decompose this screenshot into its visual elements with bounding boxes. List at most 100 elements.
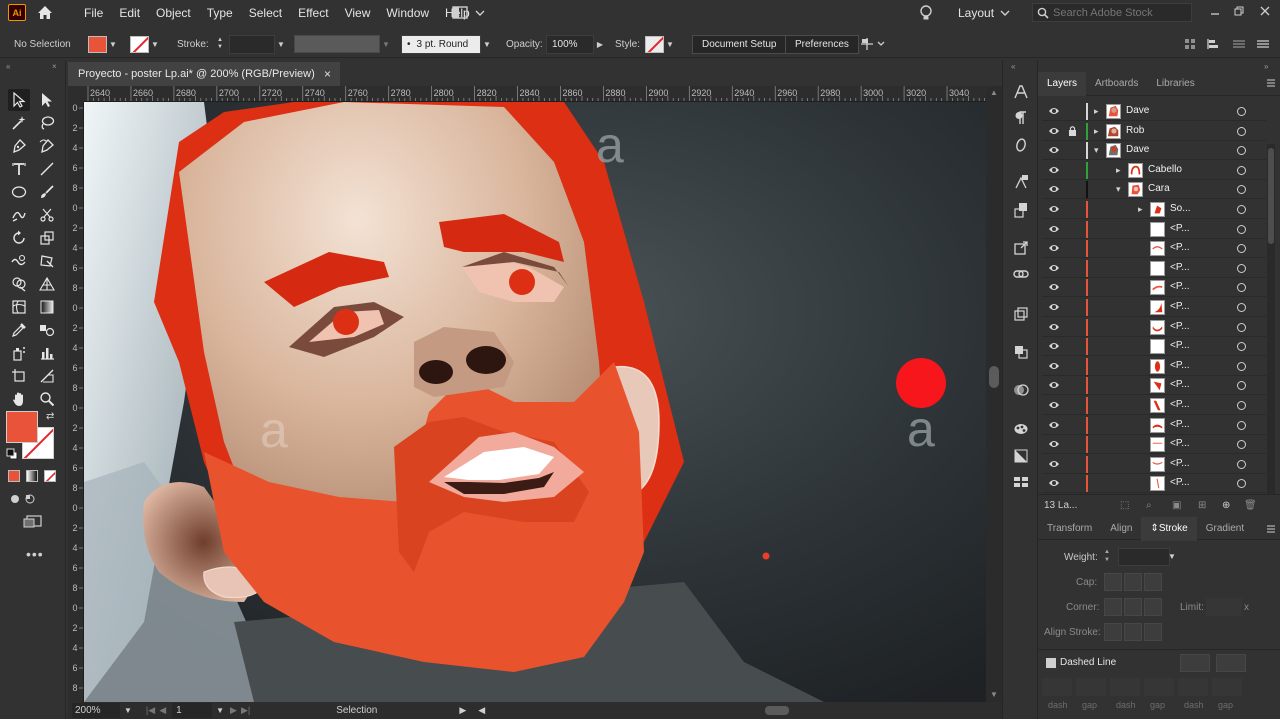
layer-target-icon[interactable] bbox=[1237, 342, 1246, 352]
menu-type[interactable]: Type bbox=[199, 6, 241, 20]
visibility-eye-icon[interactable] bbox=[1048, 282, 1060, 292]
paintbrush-tool[interactable] bbox=[36, 181, 58, 203]
layer-target-icon[interactable] bbox=[1237, 381, 1246, 391]
layers-menu-icon[interactable] bbox=[1266, 78, 1276, 88]
grid-view-icon[interactable] bbox=[1184, 30, 1196, 58]
align-dash-button[interactable] bbox=[1216, 654, 1246, 672]
layers-scrollbar[interactable] bbox=[1267, 144, 1275, 494]
warp-tool[interactable] bbox=[8, 250, 30, 272]
visibility-eye-icon[interactable] bbox=[1048, 204, 1060, 214]
layer-target-icon[interactable] bbox=[1237, 303, 1246, 312]
tab-stroke[interactable]: ⇕ Stroke bbox=[1141, 516, 1197, 541]
layer-row[interactable]: <P... bbox=[1042, 337, 1266, 357]
drawing-modes-icon[interactable] bbox=[8, 492, 40, 506]
shape-builder-tool[interactable] bbox=[8, 273, 30, 295]
menu-window[interactable]: Window bbox=[378, 6, 437, 20]
butt-cap-button[interactable] bbox=[1104, 573, 1122, 591]
menu-select[interactable]: Select bbox=[241, 6, 290, 20]
stroke-weight-field[interactable] bbox=[229, 34, 275, 54]
paragraph-panel-icon[interactable] bbox=[1011, 108, 1031, 128]
opacity-arrow-icon[interactable]: ▶ bbox=[594, 36, 606, 53]
default-colors-icon[interactable] bbox=[6, 448, 18, 460]
dash-field[interactable] bbox=[1178, 678, 1208, 696]
stock-search-input[interactable] bbox=[1053, 6, 1183, 19]
horizontal-ruler[interactable]: 2640 2660 2680 2700 2720 2740 2760 2780 2800 2820… bbox=[84, 86, 986, 102]
first-artboard-icon[interactable]: |◀ bbox=[146, 705, 155, 716]
arrange-documents-icon[interactable] bbox=[452, 5, 488, 21]
close-button[interactable] bbox=[1254, 2, 1276, 20]
dashed-line-checkbox[interactable] bbox=[1046, 658, 1056, 668]
chevron-down-icon[interactable]: ▾ bbox=[1094, 145, 1102, 155]
layer-row[interactable]: <P... bbox=[1042, 318, 1266, 337]
control-bar-menu-icon[interactable] bbox=[1256, 30, 1270, 58]
ellipse-tool[interactable] bbox=[8, 181, 30, 203]
limit-field[interactable] bbox=[1206, 598, 1242, 616]
swatches-panel-icon[interactable] bbox=[1011, 472, 1031, 492]
gap-field[interactable] bbox=[1212, 678, 1242, 696]
visibility-eye-icon[interactable] bbox=[1048, 361, 1060, 371]
layer-row[interactable]: <P... bbox=[1042, 435, 1266, 455]
visibility-eye-icon[interactable] bbox=[1048, 106, 1060, 116]
visibility-eye-icon[interactable] bbox=[1048, 322, 1060, 332]
layers-scroll-thumb[interactable] bbox=[1268, 148, 1274, 244]
stroke-stepper[interactable]: ▲ ▼ bbox=[214, 36, 226, 53]
gradient-tool[interactable] bbox=[36, 296, 58, 318]
layer-target-icon[interactable] bbox=[1237, 165, 1246, 175]
visibility-eye-icon[interactable] bbox=[1048, 126, 1060, 136]
fill-color-box[interactable] bbox=[6, 411, 38, 443]
menu-edit[interactable]: Edit bbox=[111, 6, 148, 20]
tab-gradient[interactable]: Gradient bbox=[1197, 517, 1253, 541]
pathfinder-panel-icon[interactable] bbox=[1011, 342, 1031, 362]
layer-target-icon[interactable] bbox=[1237, 401, 1246, 410]
layer-target-icon[interactable] bbox=[1237, 322, 1246, 332]
collapse-panel-icon[interactable]: » bbox=[1264, 62, 1268, 71]
tab-align[interactable]: Align bbox=[1101, 517, 1141, 541]
links-panel-icon[interactable] bbox=[1011, 264, 1031, 284]
layer-row[interactable]: <P... bbox=[1042, 239, 1266, 259]
lightbulb-icon[interactable] bbox=[918, 4, 934, 22]
status-menu-icon[interactable]: ▶ bbox=[459, 705, 466, 716]
vertical-scroll-thumb[interactable] bbox=[989, 366, 999, 388]
dash-field[interactable] bbox=[1110, 678, 1140, 696]
lock-icon[interactable] bbox=[1068, 125, 1077, 137]
vertical-scrollbar[interactable]: ▲ ▼ bbox=[986, 86, 1002, 702]
chevron-right-icon[interactable]: ▸ bbox=[1094, 106, 1102, 116]
visibility-eye-icon[interactable] bbox=[1048, 302, 1060, 312]
selection-tool[interactable] bbox=[8, 89, 30, 111]
gap-field[interactable] bbox=[1076, 678, 1106, 696]
artboard-tool[interactable] bbox=[8, 365, 30, 387]
round-cap-button[interactable] bbox=[1124, 573, 1142, 591]
chevron-down-icon[interactable]: ▾ bbox=[1116, 184, 1124, 194]
visibility-eye-icon[interactable] bbox=[1048, 184, 1060, 194]
layer-row[interactable]: <P... bbox=[1042, 376, 1266, 396]
layer-row[interactable]: ▾ Dave bbox=[1042, 141, 1266, 161]
shaper-tool[interactable] bbox=[8, 204, 30, 226]
symbols-panel-icon[interactable] bbox=[1011, 200, 1031, 220]
round-join-button[interactable] bbox=[1124, 598, 1142, 616]
opentype-panel-icon[interactable] bbox=[1011, 135, 1031, 155]
chevron-right-icon[interactable]: ▸ bbox=[1116, 165, 1124, 175]
stock-search[interactable] bbox=[1032, 3, 1192, 22]
layer-target-icon[interactable] bbox=[1237, 146, 1246, 156]
layer-target-icon[interactable] bbox=[1237, 244, 1246, 254]
layer-row[interactable]: ▸ Dave bbox=[1042, 102, 1266, 121]
layer-target-icon[interactable] bbox=[1237, 479, 1246, 489]
tab-libraries[interactable]: Libraries bbox=[1147, 72, 1203, 96]
graphic-style-swatch[interactable] bbox=[645, 35, 664, 53]
none-mode-icon[interactable] bbox=[44, 470, 56, 482]
hand-tool[interactable] bbox=[8, 388, 30, 410]
layer-target-icon[interactable] bbox=[1237, 126, 1246, 136]
next-artboard-icon[interactable]: ▶ bbox=[230, 705, 237, 716]
collect-export-icon[interactable]: ⬚ bbox=[1120, 500, 1129, 511]
stroke-menu-icon[interactable] bbox=[1266, 524, 1276, 534]
visibility-eye-icon[interactable] bbox=[1048, 478, 1060, 488]
transparency-panel-icon[interactable] bbox=[1011, 380, 1031, 400]
preferences-button[interactable]: Preferences bbox=[785, 34, 859, 54]
layer-target-icon[interactable] bbox=[1237, 361, 1246, 371]
layer-row[interactable]: <P... bbox=[1042, 357, 1266, 376]
graphic-styles-panel-icon[interactable] bbox=[1011, 446, 1031, 466]
clipping-mask-icon[interactable]: ▣ bbox=[1172, 500, 1181, 511]
stroke-swatch[interactable] bbox=[130, 35, 149, 53]
miter-join-button[interactable] bbox=[1104, 598, 1122, 616]
visibility-eye-icon[interactable] bbox=[1048, 145, 1060, 155]
